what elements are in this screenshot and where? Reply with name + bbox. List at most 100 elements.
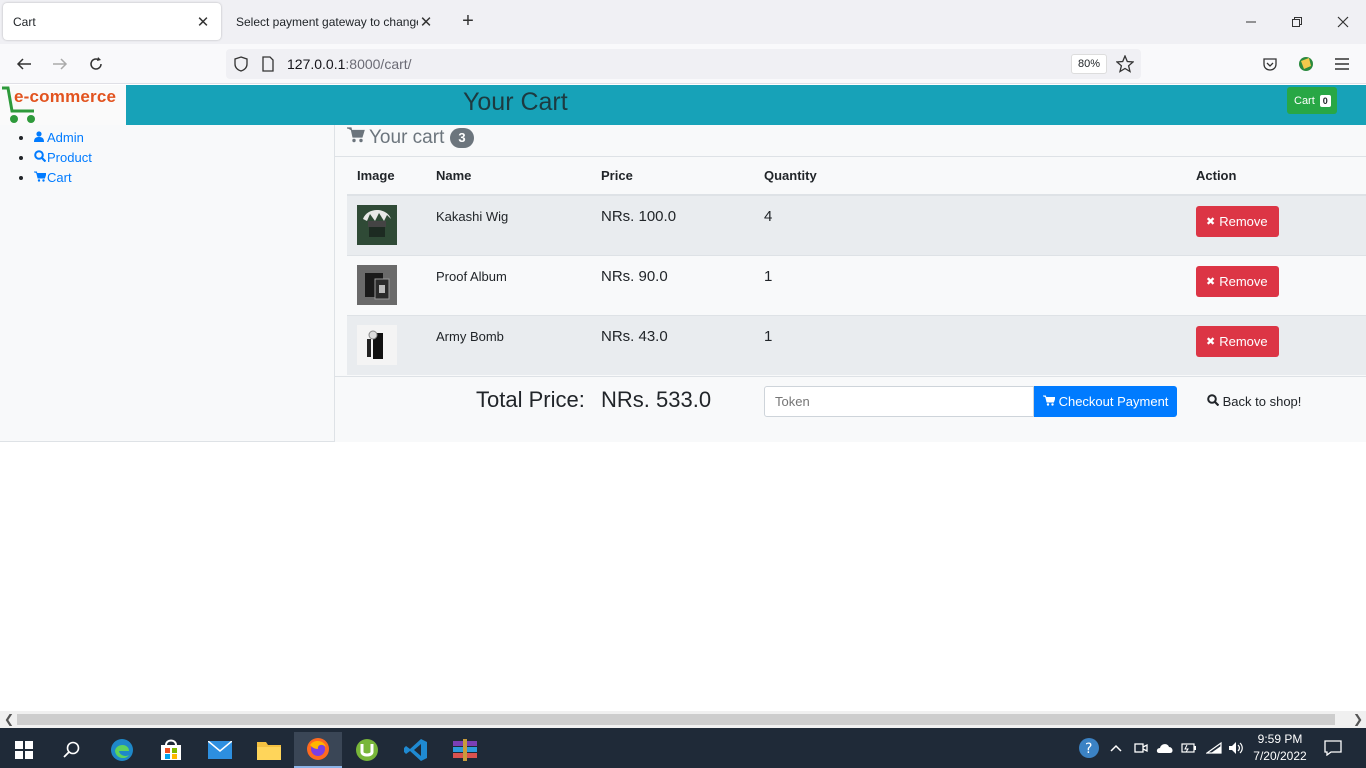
windows-start-icon[interactable]: [0, 732, 48, 768]
site-logo[interactable]: e-commerce: [0, 85, 126, 125]
forward-arrow-icon[interactable]: [48, 52, 72, 76]
sidebar-item-admin[interactable]: Admin: [34, 128, 92, 148]
cart-items-badge: 3: [450, 128, 474, 148]
onedrive-icon[interactable]: [1156, 728, 1174, 768]
product-quantity: 1: [764, 327, 773, 345]
back-label: Back to shop!: [1222, 394, 1302, 409]
column-header: Image: [347, 157, 426, 196]
name-cell: Army Bomb: [426, 314, 591, 375]
action-cell: ✖ Remove: [1186, 314, 1366, 375]
winrar-icon[interactable]: [441, 732, 489, 768]
restore-icon[interactable]: [1274, 8, 1320, 36]
product-thumbnail[interactable]: [357, 205, 397, 245]
shield-icon[interactable]: [234, 56, 248, 75]
image-cell: [347, 314, 426, 375]
help-icon[interactable]: ?: [1078, 728, 1100, 768]
meet-now-icon[interactable]: [1134, 728, 1148, 768]
edge-icon[interactable]: [98, 732, 146, 768]
vscode-icon[interactable]: [392, 732, 440, 768]
column-header: Price: [591, 157, 754, 196]
close-tab-icon[interactable]: ✕: [418, 14, 434, 31]
url-bar[interactable]: 127.0.0.1:8000/cart/ 80%: [226, 49, 1141, 79]
horizontal-scrollbar[interactable]: ❮ ❯: [0, 711, 1366, 728]
search-icon: [1207, 394, 1223, 409]
scroll-right-icon[interactable]: ❯: [1353, 712, 1363, 726]
sidebar-item-label[interactable]: Admin: [47, 130, 84, 145]
remove-button[interactable]: ✖ Remove: [1196, 206, 1279, 237]
name-cell: Kakashi Wig: [426, 194, 591, 255]
sidebar-item-label[interactable]: Cart: [47, 170, 72, 185]
zoom-level[interactable]: 80%: [1071, 54, 1107, 74]
site-header: e-commerce Your Cart Cart 0: [0, 85, 1366, 125]
checkout-payment-button[interactable]: Checkout Payment: [1034, 386, 1177, 417]
tab-cart[interactable]: Cart ✕: [3, 3, 221, 40]
system-clock[interactable]: 9:59 PM 7/20/2022: [1250, 731, 1310, 765]
column-header: Name: [426, 157, 591, 196]
clock-time: 9:59 PM: [1257, 732, 1303, 746]
page-icon[interactable]: [262, 56, 274, 75]
close-tab-icon[interactable]: ✕: [195, 14, 211, 31]
product-quantity: 1: [764, 267, 773, 285]
product-quantity: 4: [764, 208, 773, 225]
pocket-icon[interactable]: [1258, 52, 1282, 76]
name-cell: Proof Album: [426, 254, 591, 315]
token-input[interactable]: [764, 386, 1034, 417]
table-row: Kakashi Wig NRs. 100.0 4 ✖ Remove: [347, 194, 1366, 255]
store-icon[interactable]: [147, 732, 195, 768]
sidebar-item-label[interactable]: Product: [47, 150, 92, 165]
scrollbar-thumb[interactable]: [17, 714, 1335, 725]
quantity-cell: 1: [754, 314, 1186, 375]
remove-label: Remove: [1219, 214, 1268, 229]
back-to-shop-link[interactable]: Back to shop!: [1207, 394, 1301, 409]
browser-nav-bar: 127.0.0.1:8000/cart/ 80%: [0, 44, 1366, 84]
total-price-label: Total Price:: [476, 387, 585, 412]
image-cell: [347, 194, 426, 255]
search-icon[interactable]: [48, 732, 96, 768]
tab-payment-gateway[interactable]: Select payment gateway to change p ✕: [226, 3, 444, 40]
cart-table: Image Name Price Quantity Action Kakashi…: [347, 157, 1366, 375]
remove-button[interactable]: ✖ Remove: [1196, 325, 1279, 357]
bookmark-star-icon[interactable]: [1115, 54, 1135, 76]
column-header: Quantity: [754, 157, 1186, 196]
new-tab-icon[interactable]: +: [456, 10, 480, 34]
sidebar-menu: Admin Product Cart: [34, 128, 92, 188]
product-thumbnail[interactable]: [357, 324, 397, 365]
menu-icon[interactable]: [1330, 52, 1354, 76]
product-thumbnail[interactable]: [357, 264, 397, 305]
notification-icon[interactable]: [1324, 728, 1342, 768]
image-cell: [347, 254, 426, 315]
header-cart-button[interactable]: Cart 0: [1287, 87, 1337, 114]
utorrent-icon[interactable]: [343, 732, 391, 768]
file-explorer-icon[interactable]: [245, 732, 293, 768]
close-window-icon[interactable]: [1320, 8, 1366, 36]
column-header: Action: [1186, 157, 1366, 196]
back-arrow-icon[interactable]: [12, 52, 36, 76]
remove-label: Remove: [1219, 273, 1268, 289]
remove-button[interactable]: ✖ Remove: [1196, 265, 1279, 297]
wifi-icon[interactable]: [1206, 728, 1222, 768]
chevron-up-icon[interactable]: [1110, 728, 1122, 768]
close-icon: ✖: [1206, 335, 1216, 348]
user-icon: [34, 128, 47, 148]
mail-icon[interactable]: [196, 732, 244, 768]
reload-icon[interactable]: [84, 52, 108, 76]
sidebar-item-cart[interactable]: Cart: [34, 168, 92, 188]
remove-label: Remove: [1219, 333, 1268, 349]
extension-icon[interactable]: [1294, 52, 1318, 76]
minimize-icon[interactable]: [1228, 8, 1274, 36]
divider: [335, 376, 1366, 377]
checkout-label: Checkout Payment: [1058, 394, 1169, 409]
scroll-left-icon[interactable]: ❮: [4, 712, 14, 726]
product-name: Proof Album: [436, 268, 507, 284]
cart-heading: Your cart 3: [347, 127, 474, 149]
battery-icon[interactable]: [1181, 728, 1197, 768]
cart-button-label: Cart: [1294, 94, 1315, 107]
taskbar: ? 9:59 PM 7/20/2022: [0, 728, 1366, 768]
clock-date: 7/20/2022: [1253, 749, 1307, 763]
url-text[interactable]: 127.0.0.1:8000/cart/: [287, 56, 412, 72]
price-cell: NRs. 100.0: [591, 194, 754, 255]
volume-icon[interactable]: [1228, 728, 1246, 768]
firefox-icon[interactable]: [294, 732, 342, 768]
close-icon: ✖: [1206, 275, 1216, 288]
sidebar-item-product[interactable]: Product: [34, 148, 92, 168]
